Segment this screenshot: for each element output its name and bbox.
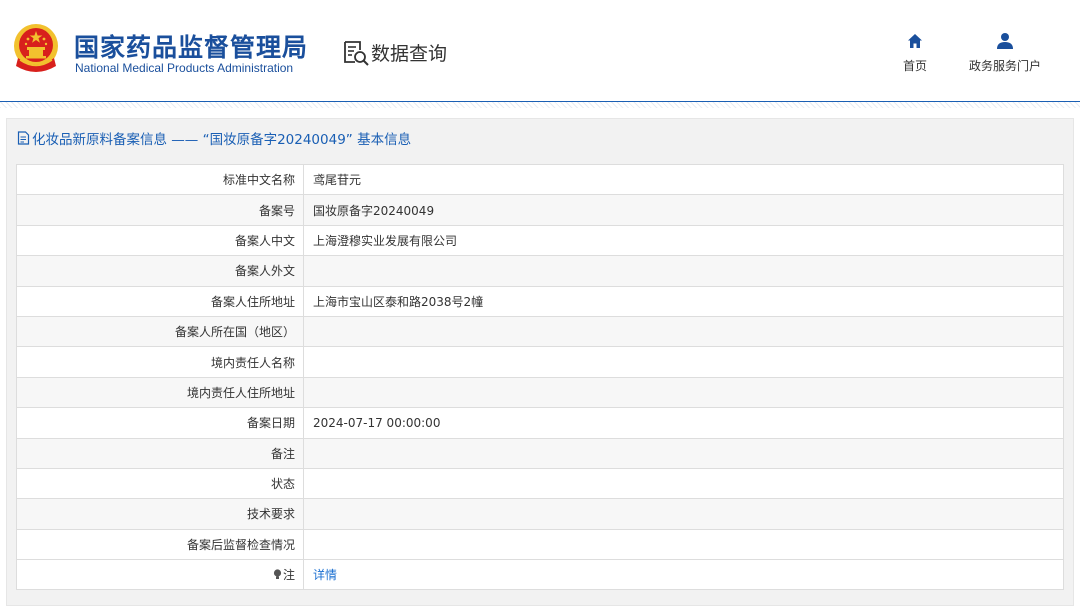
field-label: 标准中文名称 bbox=[16, 163, 304, 196]
field-value: 上海市宝山区泰和路2038号2幢 bbox=[303, 285, 1064, 317]
table-row: 备案后监督检查情况 bbox=[16, 528, 1064, 561]
field-label: 备案人住所地址 bbox=[16, 285, 304, 317]
field-value: 2024-07-17 00:00:00 bbox=[303, 407, 1064, 439]
field-label: 备案日期 bbox=[16, 407, 304, 439]
field-label: 备案人中文 bbox=[16, 224, 304, 257]
document-search-icon bbox=[344, 41, 369, 66]
site-header: 国家药品监督管理局 National Medical Products Admi… bbox=[0, 0, 1080, 102]
table-row: 备案人中文 上海澄穆实业发展有限公司 bbox=[16, 224, 1064, 257]
table-row: 状态 bbox=[16, 467, 1064, 500]
user-icon bbox=[997, 33, 1013, 49]
details-link[interactable]: 详情 bbox=[313, 568, 337, 582]
table-row: 备案人住所地址 上海市宝山区泰和路2038号2幢 bbox=[16, 285, 1064, 317]
field-value bbox=[303, 315, 1064, 348]
table-row: 境内责任人住所地址 bbox=[16, 376, 1064, 409]
table-row: 备案人外文 bbox=[16, 255, 1064, 287]
record-panel: 化妆品新原料备案信息 —— “国妆原备字20240049” 基本信息 标准中文名… bbox=[6, 118, 1074, 606]
field-label: 备案人外文 bbox=[16, 255, 304, 287]
field-label: 备案后监督检查情况 bbox=[16, 528, 304, 561]
table-row: 技术要求 bbox=[16, 498, 1064, 530]
field-label: 境内责任人住所地址 bbox=[16, 376, 304, 409]
field-value bbox=[303, 346, 1064, 378]
note-value-cell: 详情 bbox=[303, 559, 1064, 591]
table-row: 备注 bbox=[16, 437, 1064, 469]
table-row: 标准中文名称 鸢尾苷元 bbox=[16, 163, 1064, 196]
record-info-table: 标准中文名称 鸢尾苷元 备案号 国妆原备字20240049 备案人中文 上海澄穆实业发展有… bbox=[16, 163, 1064, 591]
data-query-label: 数据查询 bbox=[371, 42, 448, 65]
table-row: 境内责任人名称 bbox=[16, 346, 1064, 378]
header-hatch-stripe bbox=[0, 102, 1080, 108]
field-value: 国妆原备字20240049 bbox=[303, 194, 1064, 226]
field-label: 备案号 bbox=[16, 194, 304, 226]
note-label-cell: 注 bbox=[16, 559, 304, 591]
field-value bbox=[303, 255, 1064, 287]
field-label: 备注 bbox=[16, 437, 304, 469]
org-name-en: National Medical Products Administration bbox=[75, 61, 294, 75]
field-value bbox=[303, 376, 1064, 409]
data-query-heading: 数据查询 bbox=[342, 38, 447, 66]
field-label: 备案人所在国（地区） bbox=[16, 315, 304, 348]
table-row: 备案号 国妆原备字20240049 bbox=[16, 194, 1064, 226]
nav-service-portal-label: 政务服务门户 bbox=[968, 59, 1041, 73]
lightbulb-icon bbox=[273, 569, 282, 580]
table-row-note: 注 详情 bbox=[16, 559, 1064, 591]
nav-home[interactable]: 首页 bbox=[898, 32, 932, 74]
field-label: 技术要求 bbox=[16, 498, 304, 530]
panel-title: 化妆品新原料备案信息 —— “国妆原备字20240049” 基本信息 bbox=[17, 129, 412, 148]
field-value bbox=[303, 498, 1064, 530]
home-icon bbox=[908, 34, 922, 48]
document-icon bbox=[17, 131, 30, 145]
org-name-cn: 国家药品监督管理局 bbox=[74, 33, 309, 62]
field-value bbox=[303, 528, 1064, 561]
panel-title-text: 化妆品新原料备案信息 —— “国妆原备字20240049” 基本信息 bbox=[32, 132, 412, 148]
table-row: 备案人所在国（地区） bbox=[16, 315, 1064, 348]
field-value bbox=[303, 437, 1064, 469]
nav-home-label: 首页 bbox=[902, 59, 927, 73]
field-label: 状态 bbox=[16, 467, 304, 500]
note-label: 注 bbox=[282, 568, 295, 583]
national-emblem-icon bbox=[14, 24, 58, 72]
nav-service-portal[interactable]: 政务服务门户 bbox=[962, 32, 1048, 74]
field-label: 境内责任人名称 bbox=[16, 346, 304, 378]
field-value: 上海澄穆实业发展有限公司 bbox=[303, 224, 1064, 257]
field-value: 鸢尾苷元 bbox=[303, 163, 1064, 196]
table-row: 备案日期 2024-07-17 00:00:00 bbox=[16, 407, 1064, 439]
field-value bbox=[303, 467, 1064, 500]
